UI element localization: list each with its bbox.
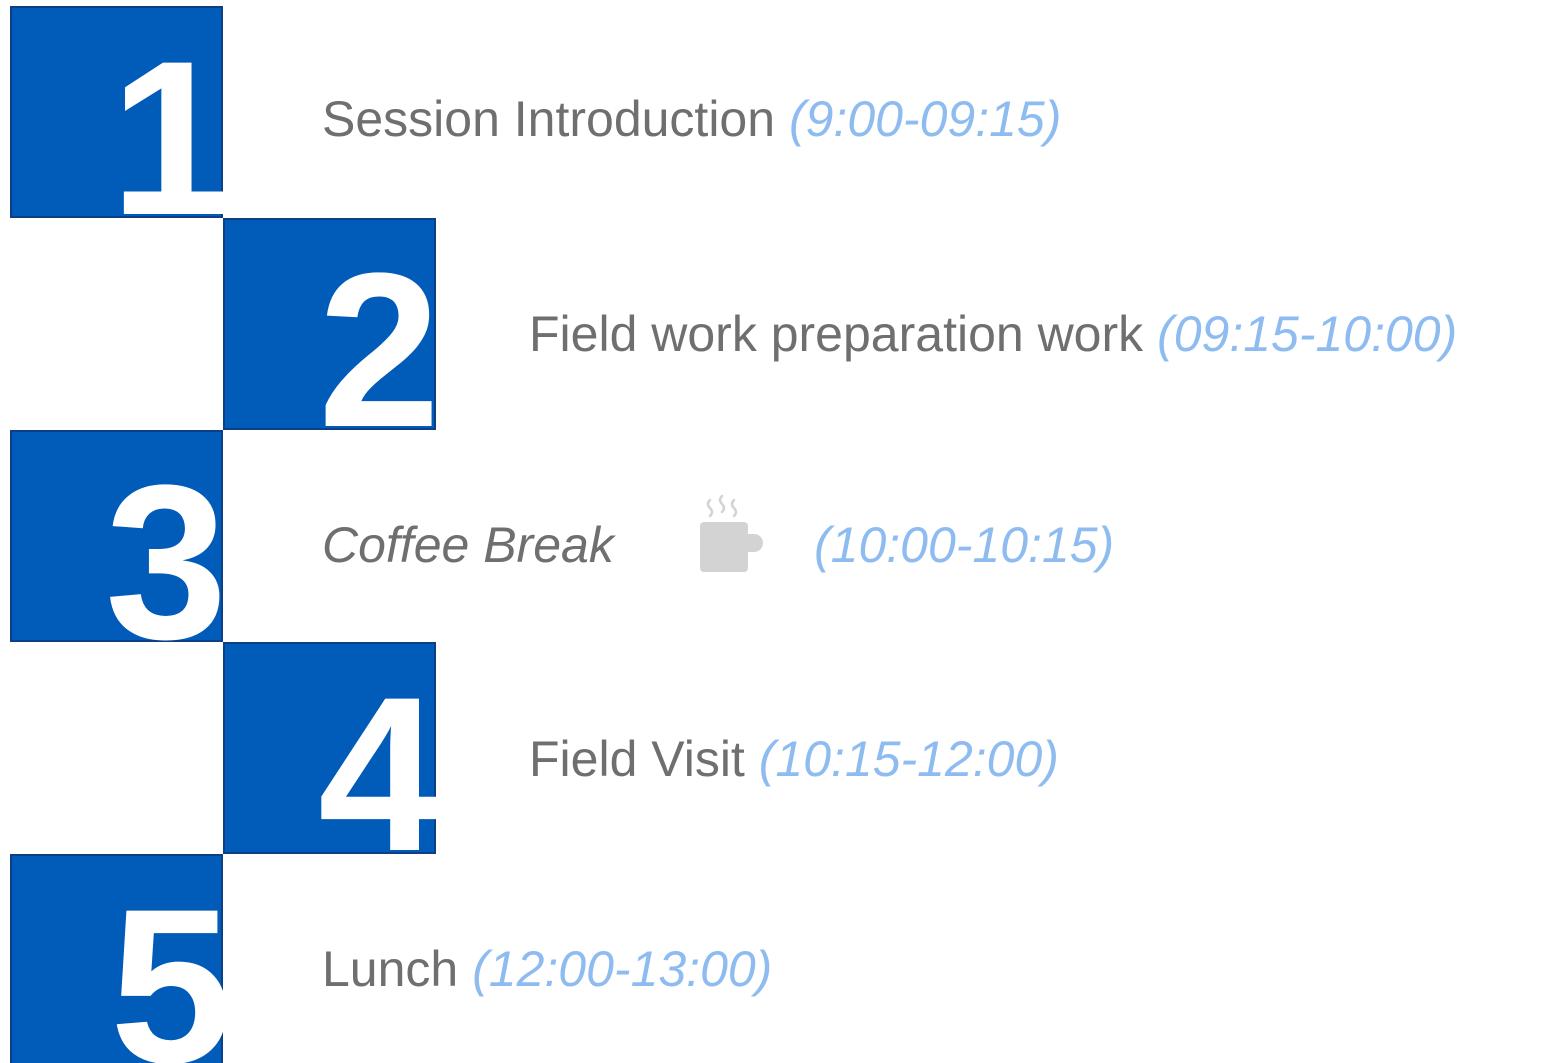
agenda-item-1: Session Introduction (9:00-09:15) <box>322 94 1061 144</box>
agenda-item-time: (12:00-13:00) <box>472 941 773 997</box>
agenda-item-time: (10:15-12:00) <box>758 731 1059 787</box>
agenda-item-label: Field Visit <box>529 731 745 787</box>
agenda-slide: 1 Session Introduction (9:00-09:15) 2 Fi… <box>0 0 1560 1063</box>
agenda-item-5: Lunch (12:00-13:00) <box>322 944 772 994</box>
item-number-5: 5 <box>110 863 233 1063</box>
agenda-item-time: (10:00-10:15) <box>814 517 1115 573</box>
agenda-item-time: (09:15-10:00) <box>1157 306 1458 362</box>
item-number-3: 3 <box>105 439 228 685</box>
item-number-4: 4 <box>318 651 441 897</box>
item-number-2: 2 <box>318 227 441 473</box>
agenda-item-3-time: (10:00-10:15) <box>814 520 1114 570</box>
agenda-item-4: Field Visit (10:15-12:00) <box>529 734 1059 784</box>
agenda-item-label: Session Introduction <box>322 91 776 147</box>
agenda-item-label: Lunch <box>322 941 459 997</box>
agenda-item-label: Field work preparation work <box>529 306 1144 362</box>
agenda-item-label: Coffee Break <box>322 517 614 573</box>
agenda-item-2: Field work preparation work (09:15-10:00… <box>529 309 1457 359</box>
coffee-cup-icon <box>700 494 763 572</box>
agenda-item-time: (9:00-09:15) <box>788 91 1062 147</box>
agenda-item-3: Coffee Break <box>322 520 614 570</box>
item-number-1: 1 <box>110 15 233 261</box>
